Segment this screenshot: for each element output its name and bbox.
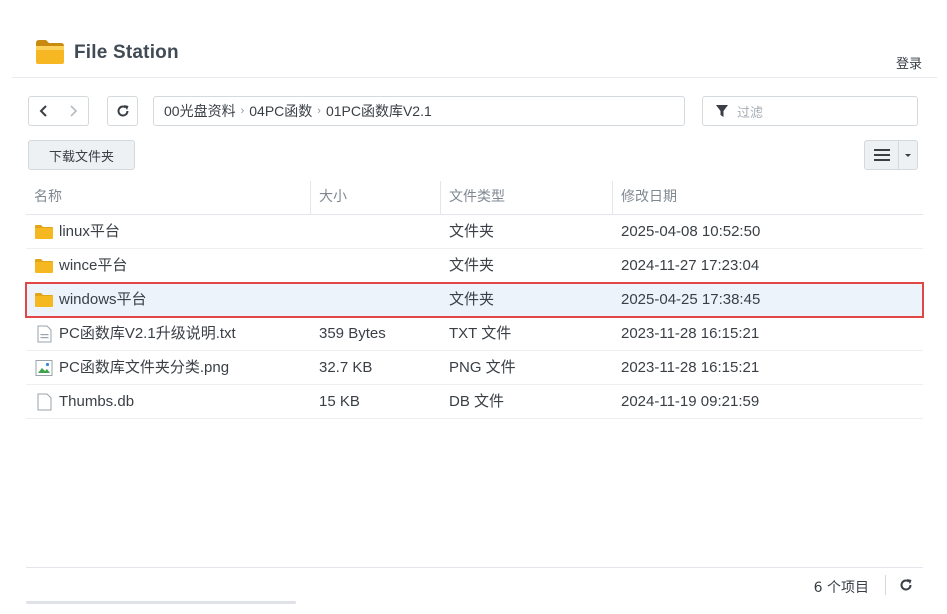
filter-icon	[716, 105, 728, 117]
table-row[interactable]: linux平台 文件夹 2025-04-08 10:52:50	[26, 215, 923, 249]
date-cell: 2023-11-28 16:15:21	[621, 359, 760, 376]
filter-input[interactable]: 过滤	[702, 96, 918, 126]
column-header-date[interactable]: 修改日期	[613, 181, 923, 214]
size-cell	[311, 249, 441, 282]
refresh-button[interactable]	[107, 96, 138, 126]
status-bar: 6 个项目	[26, 567, 923, 602]
app-title: File Station	[74, 42, 179, 63]
date-cell: 2025-04-08 10:52:50	[621, 223, 761, 240]
file-name: PC函数库V2.1升级说明.txt	[59, 325, 236, 342]
table-row[interactable]: Thumbs.db 15 KB DB 文件 2024-11-19 09:21:5…	[26, 385, 923, 419]
breadcrumb-item[interactable]: 01PC函数库V2.1	[326, 101, 432, 121]
app-header: File Station 登录	[12, 28, 937, 78]
column-header-size[interactable]: 大小	[311, 181, 441, 214]
type-cell: 文件夹	[449, 257, 495, 274]
table-row-selected[interactable]: windows平台 文件夹 2025-04-25 17:38:45	[25, 282, 924, 318]
download-folder-button[interactable]: 下载文件夹	[28, 140, 135, 170]
filter-placeholder: 过滤	[737, 105, 764, 121]
refresh-icon[interactable]	[895, 575, 917, 595]
divider	[885, 575, 886, 595]
name-cell: windows平台	[26, 283, 311, 316]
file-station-window: File Station 登录 00光盘资料 › 04PC函数 › 01PC函数…	[12, 28, 937, 614]
name-cell: PC函数库V2.1升级说明.txt	[26, 317, 311, 350]
chevron-down-icon[interactable]	[898, 141, 917, 169]
name-cell: Thumbs.db	[26, 385, 311, 418]
type-cell: 文件夹	[449, 223, 495, 240]
name-cell: PC函数库文件夹分类.png	[26, 351, 311, 384]
name-cell: wince平台	[26, 249, 311, 282]
chevron-left-icon	[39, 105, 47, 117]
size-cell	[311, 215, 441, 248]
column-header-name[interactable]: 名称	[26, 181, 311, 214]
login-link[interactable]: 登录	[896, 53, 922, 72]
file-table: 名称 大小 文件类型 修改日期 linux平台 文件夹 2025-04-08 1…	[25, 181, 924, 419]
back-button[interactable]	[28, 96, 59, 126]
date-cell: 2024-11-27 17:23:04	[621, 257, 760, 274]
size-cell	[311, 283, 441, 316]
file-name: linux平台	[59, 223, 120, 240]
type-cell: TXT 文件	[449, 325, 512, 342]
column-header-type[interactable]: 文件类型	[441, 181, 613, 214]
folder-icon	[35, 224, 53, 239]
breadcrumb-separator-icon: ›	[317, 105, 321, 117]
breadcrumb-item[interactable]: 04PC函数	[249, 101, 312, 121]
list-view-icon[interactable]	[865, 141, 898, 169]
item-count: 6 个项目	[813, 580, 869, 596]
chevron-right-icon	[70, 105, 78, 117]
text-file-icon	[37, 325, 52, 342]
table-row[interactable]: PC函数库V2.1升级说明.txt 359 Bytes TXT 文件 2023-…	[26, 317, 923, 351]
breadcrumb[interactable]: 00光盘资料 › 04PC函数 › 01PC函数库V2.1	[153, 96, 685, 126]
file-name: wince平台	[59, 257, 128, 274]
folder-icon	[35, 292, 53, 307]
date-cell: 2024-11-19 09:21:59	[621, 393, 760, 410]
refresh-icon	[117, 105, 128, 117]
date-cell: 2023-11-28 16:15:21	[621, 325, 760, 342]
table-header: 名称 大小 文件类型 修改日期	[26, 181, 923, 215]
type-cell: 文件夹	[449, 291, 495, 308]
table-row[interactable]: wince平台 文件夹 2024-11-27 17:23:04	[26, 249, 923, 283]
table-row[interactable]: PC函数库文件夹分类.png 32.7 KB PNG 文件 2023-11-28…	[26, 351, 923, 385]
type-cell: PNG 文件	[449, 359, 516, 376]
image-file-icon	[35, 359, 53, 376]
file-name: windows平台	[59, 291, 147, 308]
date-cell: 2025-04-25 17:38:45	[621, 291, 761, 308]
size-cell: 15 KB	[319, 393, 360, 410]
size-cell: 32.7 KB	[319, 359, 373, 376]
name-cell: linux平台	[26, 215, 311, 248]
file-name: PC函数库文件夹分类.png	[59, 359, 230, 376]
type-cell: DB 文件	[449, 393, 505, 410]
folder-icon	[35, 258, 53, 273]
file-station-logo-icon	[36, 40, 64, 64]
view-mode-button[interactable]	[864, 140, 918, 170]
file-icon	[37, 393, 52, 410]
breadcrumb-item[interactable]: 00光盘资料	[164, 101, 236, 121]
horizontal-scrollbar[interactable]	[26, 601, 296, 604]
file-name: Thumbs.db	[59, 393, 135, 410]
size-cell: 359 Bytes	[319, 325, 386, 342]
forward-button[interactable]	[58, 96, 89, 126]
breadcrumb-separator-icon: ›	[240, 105, 245, 117]
